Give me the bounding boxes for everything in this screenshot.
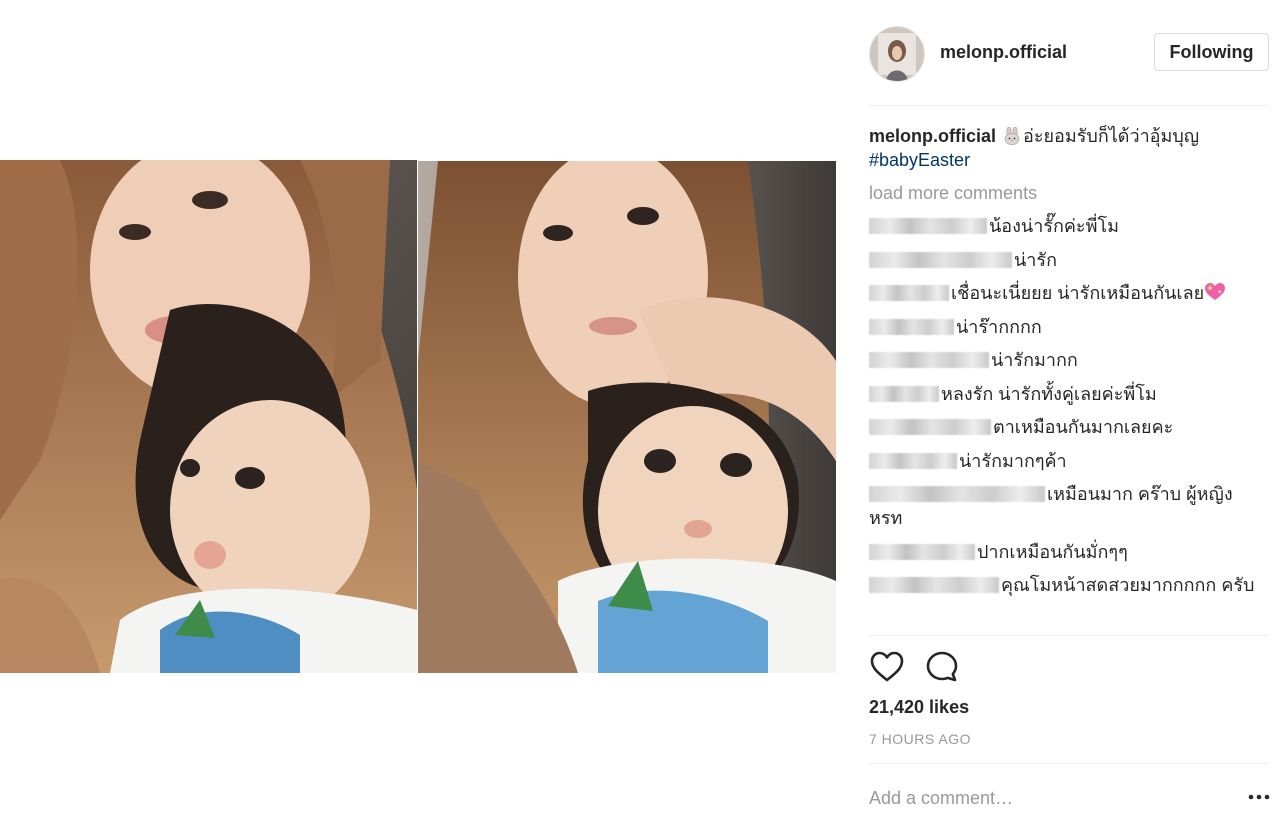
hashtag-link[interactable]: #babyEaster (869, 150, 970, 170)
comment-text: ตาเหมือนกันมากเลยคะ (993, 417, 1174, 437)
comments-divider (869, 635, 1269, 636)
comments-list: melonp.official อ่ะยอมรับก็ได้ว่าอุ้มบุญ… (869, 124, 1269, 607)
comment-item: น่ารักมากก (869, 348, 1269, 372)
comment-icon[interactable] (924, 649, 960, 685)
comment-text: น่ารักมากก (991, 350, 1078, 370)
post-caption: melonp.official อ่ะยอมรับก็ได้ว่าอุ้มบุญ… (869, 124, 1269, 172)
comment-text: น้องน่ารั๊กค่ะพี่โม (989, 216, 1119, 236)
photo-area (0, 0, 850, 833)
post-header: melonp.official Following (869, 24, 1271, 84)
comment-item: คุณโมหน้าสดสวยมากกกกก ครับ (869, 573, 1269, 597)
blurred-username[interactable] (869, 352, 989, 368)
comment-text: ปากเหมือนกันมั่กๆๆ (977, 541, 1128, 562)
blurred-username[interactable] (869, 251, 1012, 268)
comment-text: น่ารัก (1014, 249, 1057, 270)
post-side-panel: melonp.official Following melonp.officia… (850, 0, 1280, 833)
comment-item: เชื่อนะเนี่ยยย น่ารักเหมือนกันเลย (869, 281, 1269, 305)
header-divider (869, 105, 1269, 106)
comment-text: เชื่อนะเนี่ยยย น่ารักเหมือนกันเลย (951, 283, 1205, 303)
post-photo-left[interactable] (0, 160, 417, 673)
following-button[interactable]: Following (1154, 33, 1269, 71)
rabbit-face-icon (1004, 127, 1020, 145)
comment-item: ตาเหมือนกันมากเลยคะ (869, 415, 1269, 439)
blurred-username[interactable] (869, 419, 991, 435)
blurred-username[interactable] (869, 486, 1045, 502)
ellipsis-icon[interactable] (1247, 787, 1271, 807)
caption-username[interactable]: melonp.official (869, 126, 996, 146)
post-photo-right[interactable] (418, 161, 836, 673)
blurred-username[interactable] (869, 577, 999, 593)
comment-text: คุณโมหน้าสดสวยมากกกกก ครับ (1001, 575, 1255, 595)
photo-right-illustration (418, 161, 836, 673)
blurred-username[interactable] (869, 543, 975, 560)
sparkling-heart-icon (1205, 283, 1226, 300)
caption-text: อ่ะยอมรับก็ได้ว่าอุ้มบุญ (1023, 126, 1200, 146)
load-more-comments[interactable]: load more comments (869, 181, 1269, 205)
comment-item: หลงรัก น่ารักทั้งคู่เลยค่ะพี่โม (869, 382, 1269, 406)
comment-text: น่าร๊ากกกก (956, 316, 1042, 337)
blurred-username[interactable] (869, 452, 957, 469)
blurred-username[interactable] (869, 318, 954, 335)
blurred-username[interactable] (869, 285, 949, 301)
comment-item: เหมือนมาก คร๊าบ ผู้หญิง หรท (869, 482, 1269, 530)
comment-item: น่ารักมากๆค้า (869, 449, 1269, 473)
heart-icon[interactable] (869, 649, 905, 685)
avatar[interactable] (869, 26, 925, 82)
comment-item: น้องน่ารั๊กค่ะพี่โม (869, 214, 1269, 238)
comment-item: ปากเหมือนกันมั่กๆๆ (869, 540, 1269, 564)
likes-count[interactable]: 21,420 likes (869, 697, 969, 718)
photo-left-illustration (0, 160, 417, 673)
add-comment-divider (869, 763, 1269, 764)
post-timestamp: 7 HOURS AGO (869, 731, 971, 747)
add-comment-input[interactable] (869, 783, 1229, 813)
blurred-username[interactable] (869, 385, 939, 402)
comment-text: หลงรัก น่ารักทั้งคู่เลยค่ะพี่โม (941, 383, 1157, 404)
comment-item: น่าร๊ากกกก (869, 315, 1269, 339)
blurred-username[interactable] (869, 218, 987, 234)
avatar-image (870, 27, 924, 81)
comment-item: น่ารัก (869, 248, 1269, 272)
post-username[interactable]: melonp.official (940, 42, 1067, 63)
comment-text: น่ารักมากๆค้า (959, 450, 1067, 471)
